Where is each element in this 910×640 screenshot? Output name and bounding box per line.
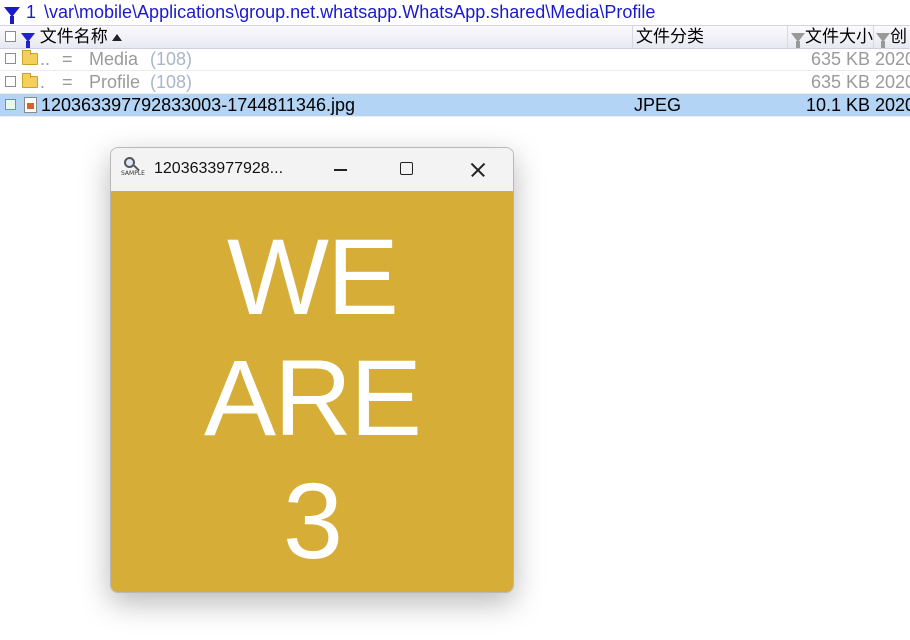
column-size-label: 文件大小: [805, 27, 873, 46]
minimize-icon: [334, 169, 347, 171]
magnifier-app-icon: SAMPLE: [121, 157, 145, 179]
maximize-button[interactable]: [383, 148, 431, 190]
row-name: Media: [89, 49, 139, 69]
viewer-title: 1203633977928...: [154, 160, 284, 177]
column-name-label: 文件名称: [39, 27, 108, 46]
row-type: JPEG: [634, 95, 682, 115]
row-eq: =: [62, 49, 73, 69]
list-item[interactable]: . = Profile (108) 635 KB 2020: [0, 71, 910, 94]
filter-icon[interactable]: [791, 33, 805, 48]
row-size: 10.1 KB: [805, 95, 870, 115]
column-size[interactable]: 文件大小: [788, 26, 874, 48]
row-date: 2020: [875, 72, 910, 92]
row-date: 2020: [875, 49, 910, 69]
column-type[interactable]: 文件分类: [633, 26, 788, 48]
list-item[interactable]: .. = Media (108) 635 KB 2020: [0, 48, 910, 71]
image-viewer-window[interactable]: SAMPLE 1203633977928... WE ARE 3: [110, 147, 514, 593]
minimize-button[interactable]: [315, 148, 363, 190]
image-text-line-2: ARE: [203, 337, 422, 458]
viewer-titlebar[interactable]: SAMPLE 1203633977928...: [111, 148, 513, 190]
column-name[interactable]: 文件名称: [0, 26, 633, 48]
image-text-line-3: 3: [282, 460, 343, 581]
path-text: \var\mobile\Applications\group.net.whats…: [44, 2, 656, 22]
app-icon-label: SAMPLE: [121, 170, 145, 177]
row-name: Profile: [89, 72, 141, 92]
column-created[interactable]: 创: [874, 26, 910, 48]
folder-icon: [22, 50, 38, 65]
sort-ascending-icon: [111, 34, 122, 42]
column-type-label: 文件分类: [636, 27, 704, 46]
filter-icon[interactable]: [4, 7, 20, 24]
image-file-icon: [24, 97, 37, 113]
row-checkbox[interactable]: [5, 53, 16, 64]
row-date: 2020: [875, 95, 910, 115]
row-checkbox[interactable]: [5, 76, 16, 87]
preview-image: WE ARE 3: [111, 191, 513, 592]
row-count: (108): [150, 72, 193, 92]
path-bar: 1 \var\mobile\Applications\group.net.wha…: [0, 0, 910, 24]
row-dots: ..: [40, 49, 51, 69]
maximize-icon: [400, 162, 413, 175]
filter-icon[interactable]: [21, 33, 35, 48]
select-all-checkbox[interactable]: [5, 31, 16, 42]
row-size: 635 KB: [810, 72, 870, 92]
column-header: 文件名称 文件分类 文件大小 创: [0, 25, 910, 49]
row-size: 635 KB: [810, 49, 870, 69]
row-dots: .: [40, 72, 46, 92]
path-number: 1: [26, 2, 37, 22]
row-checkbox[interactable]: [5, 99, 16, 110]
row-eq: =: [62, 72, 73, 92]
close-button[interactable]: [453, 148, 501, 190]
row-name: 120363397792833003-1744811346.jpg: [41, 95, 355, 115]
folder-icon: [22, 73, 38, 88]
image-text-line-1: WE: [227, 216, 399, 337]
column-created-label: 创: [890, 27, 907, 46]
list-item-selected[interactable]: 120363397792833003-1744811346.jpg JPEG 1…: [0, 94, 910, 117]
filter-icon[interactable]: [876, 33, 890, 48]
row-count: (108): [150, 49, 193, 69]
